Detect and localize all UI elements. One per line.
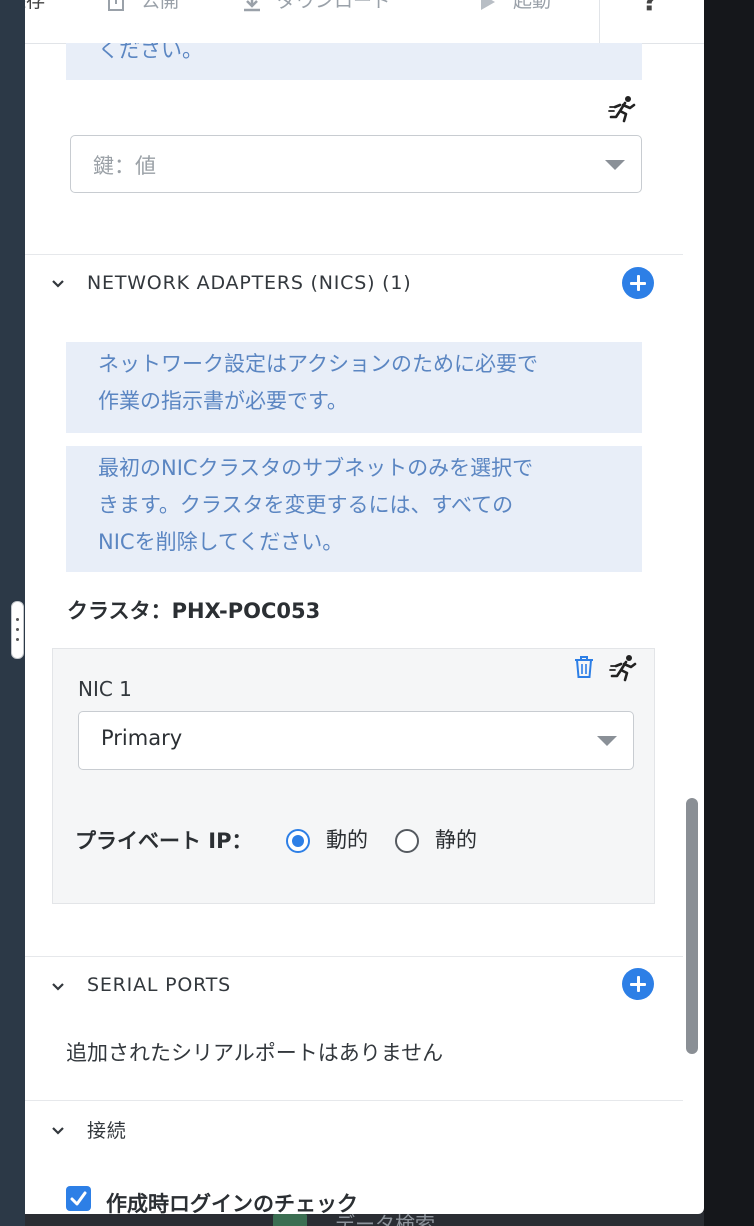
check-login-checkbox[interactable]: [66, 1186, 91, 1211]
nic-info-box-1: ネットワーク設定はアクションのために必要で 作業の指示書が必要です。: [66, 342, 642, 433]
serial-empty-text: 追加されたシリアルポートはありません: [66, 1041, 444, 1065]
resize-handle[interactable]: [11, 601, 24, 659]
share-icon: [108, 0, 124, 11]
chevron-down-icon[interactable]: [51, 277, 65, 291]
background-window: データ検索: [25, 1212, 704, 1226]
nic-section-title[interactable]: NETWORK ADAPTERS (NICS) (1): [87, 272, 411, 294]
dynamic-ip-radio[interactable]: [286, 829, 310, 853]
cluster-info: クラスタ：PHX-POC053: [67, 595, 320, 625]
connection-section-title[interactable]: 接続: [87, 1116, 127, 1143]
help-button[interactable]: ?: [642, 0, 658, 17]
chevron-down-icon[interactable]: [51, 1124, 65, 1138]
scrollbar-thumb[interactable]: [686, 798, 698, 1054]
nic-network-select[interactable]: Primary: [78, 711, 634, 770]
tags-info-text: ください。: [98, 43, 203, 62]
static-ip-radio[interactable]: [395, 829, 419, 853]
section-divider: [25, 1100, 683, 1101]
download-button[interactable]: ダウンロード: [241, 0, 391, 13]
chevron-down-icon[interactable]: [51, 980, 65, 994]
check-login-label[interactable]: 作成時ログインのチェック: [106, 1188, 358, 1214]
play-icon: [481, 0, 495, 10]
add-nic-button[interactable]: [622, 267, 654, 299]
cluster-label: クラスタ：: [67, 599, 172, 623]
runtime-editable-icon[interactable]: [608, 93, 638, 123]
toolbar: 保存 公開 ダウンロード 起動 ?: [25, 0, 704, 44]
trash-icon[interactable]: [572, 654, 596, 680]
info-text: ネットワーク設定はアクションのために必要で: [98, 352, 538, 376]
tags-info-box: ください。: [66, 43, 642, 80]
tag-select-placeholder: 鍵：値: [93, 154, 156, 178]
cluster-value: PHX-POC053: [171, 599, 321, 623]
publish-button[interactable]: 公開: [105, 0, 179, 13]
info-text: 最初のNICクラスタのサブネットのみを選択で: [98, 456, 534, 480]
serial-section-title[interactable]: SERIAL PORTS: [87, 974, 231, 996]
checkmark-icon: [70, 1191, 87, 1206]
nic-info-box-2: 最初のNICクラスタのサブネットのみを選択で きます。クラスタを変更するには、す…: [66, 446, 642, 572]
nic-title: NIC 1: [78, 677, 132, 701]
launch-label: 起動: [513, 0, 552, 12]
background-text: データ検索: [335, 1212, 435, 1226]
download-icon: [244, 0, 260, 11]
toolbar-divider: [599, 0, 600, 43]
blueprint-panel: 保存 公開 ダウンロード 起動 ? ください。 鍵：値 NETWORK ADAP…: [25, 0, 704, 1214]
info-text: きます。クラスタを変更するには、すべての: [98, 493, 514, 517]
publish-label: 公開: [141, 0, 180, 12]
download-label: ダウンロード: [277, 0, 392, 12]
chevron-down-icon: [597, 736, 617, 746]
right-background: [704, 0, 754, 1226]
info-text: 作業の指示書が必要です。: [98, 389, 348, 413]
table-icon: [273, 1214, 307, 1226]
save-button[interactable]: 保存: [25, 0, 45, 13]
nic-card: NIC 1 Primary プライベート IP： 動的 静的: [52, 648, 655, 904]
nic-network-value: Primary: [101, 726, 183, 750]
launch-button[interactable]: 起動: [477, 0, 551, 13]
runtime-editable-icon[interactable]: [609, 652, 639, 682]
section-divider: [25, 254, 683, 255]
private-ip-label: プライベート IP：: [75, 829, 253, 853]
tag-key-value-select[interactable]: 鍵：値: [70, 135, 642, 193]
static-ip-label[interactable]: 静的: [435, 824, 477, 854]
info-text: NICを削除してください。: [98, 530, 344, 554]
add-serial-port-button[interactable]: [622, 968, 654, 1000]
section-divider: [25, 956, 683, 957]
dynamic-ip-label[interactable]: 動的: [326, 824, 368, 854]
chevron-down-icon: [605, 160, 625, 170]
